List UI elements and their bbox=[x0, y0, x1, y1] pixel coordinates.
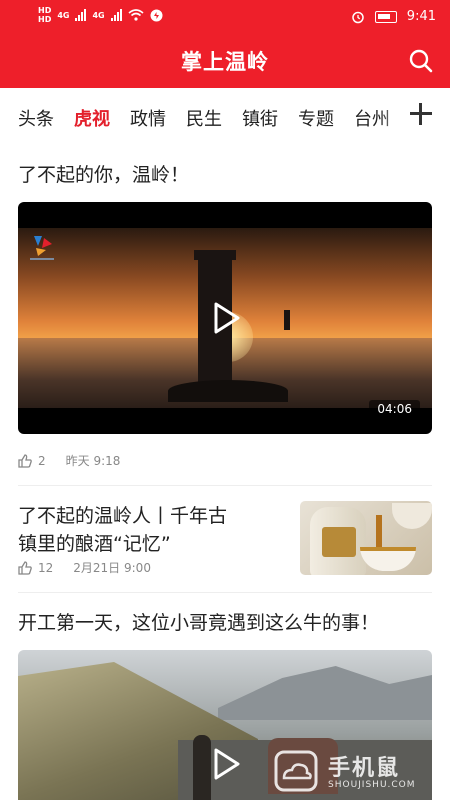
like-count: 2 bbox=[38, 453, 46, 468]
alarm-icon bbox=[352, 11, 364, 23]
add-channel-icon[interactable] bbox=[410, 103, 432, 125]
notification-icon bbox=[150, 9, 163, 21]
mountain bbox=[218, 666, 432, 720]
feed-item-meta: 2 昨天 9:18 bbox=[18, 452, 120, 469]
hd-label-2: HD bbox=[38, 15, 52, 24]
thumbs-up-icon[interactable] bbox=[18, 453, 32, 468]
article-thumbnail[interactable] bbox=[300, 501, 432, 575]
signal-icon bbox=[75, 9, 87, 21]
feed-item-title[interactable]: 开工第一天，这位小哥竟遇到这么牛的事！ bbox=[18, 608, 379, 635]
wine-bowl bbox=[360, 547, 416, 571]
tab-minsheng[interactable]: 民生 bbox=[186, 105, 222, 131]
play-icon[interactable] bbox=[208, 301, 242, 335]
network-label-1: 4G bbox=[57, 10, 70, 20]
app-title: 掌上温岭 bbox=[181, 50, 269, 74]
app-header: HD HD 4G 4G 9:41 掌上温岭 bbox=[0, 0, 450, 88]
feed-item-meta: 12 2月21日 9:00 bbox=[18, 559, 151, 576]
status-time: 9:41 bbox=[406, 9, 436, 24]
tab-zhenjie[interactable]: 镇街 bbox=[242, 105, 278, 131]
cloud-logo-icon bbox=[274, 750, 318, 792]
video-thumbnail[interactable]: 手机鼠 SHOUJISHU.COM bbox=[18, 650, 432, 800]
feed-item-title[interactable]: 了不起的你，温岭！ bbox=[18, 160, 189, 187]
video-thumbnail[interactable]: 04:06 bbox=[18, 202, 432, 434]
divider bbox=[18, 592, 432, 593]
wine-cup bbox=[392, 503, 432, 529]
publish-time: 2月21日 9:00 bbox=[73, 561, 151, 575]
wifi-icon bbox=[128, 9, 144, 21]
jar-label bbox=[322, 527, 356, 557]
watermark-text: 手机鼠 bbox=[328, 756, 401, 781]
hd-label-1: HD bbox=[38, 6, 52, 15]
publish-time: 昨天 9:18 bbox=[65, 454, 121, 468]
tabs-fade bbox=[380, 95, 410, 139]
feed-item-title[interactable]: 了不起的温岭人丨千年古 镇里的酿酒“记忆” bbox=[18, 502, 227, 558]
watermark-url: SHOUJISHU.COM bbox=[328, 780, 416, 790]
search-icon[interactable] bbox=[408, 48, 434, 74]
buoy bbox=[284, 310, 290, 330]
tab-toutiao[interactable]: 头条 bbox=[18, 105, 54, 131]
title-line-1: 了不起的温岭人丨千年古 bbox=[18, 505, 228, 527]
status-bar: HD HD 4G 4G 9:41 bbox=[0, 0, 450, 36]
thumbs-up-icon[interactable] bbox=[18, 560, 32, 575]
play-icon[interactable] bbox=[208, 747, 242, 781]
tab-zhuanti[interactable]: 专题 bbox=[298, 105, 334, 131]
like-count: 12 bbox=[38, 560, 54, 575]
channel-logo-icon bbox=[30, 236, 54, 260]
tab-zhengqing[interactable]: 政情 bbox=[130, 105, 166, 131]
battery-icon bbox=[374, 10, 397, 23]
title-line-2: 镇里的酿酒“记忆” bbox=[18, 533, 171, 555]
divider bbox=[18, 485, 432, 486]
signal-icon-2 bbox=[110, 9, 122, 21]
tab-hushi[interactable]: 虎视 bbox=[74, 105, 110, 131]
watermark: 手机鼠 SHOUJISHU.COM bbox=[270, 748, 426, 796]
hd-indicators: HD HD bbox=[38, 6, 51, 24]
video-duration: 04:06 bbox=[369, 400, 420, 418]
rocks bbox=[168, 380, 288, 402]
pouring-wine bbox=[376, 515, 382, 549]
network-label-2: 4G bbox=[92, 10, 105, 20]
